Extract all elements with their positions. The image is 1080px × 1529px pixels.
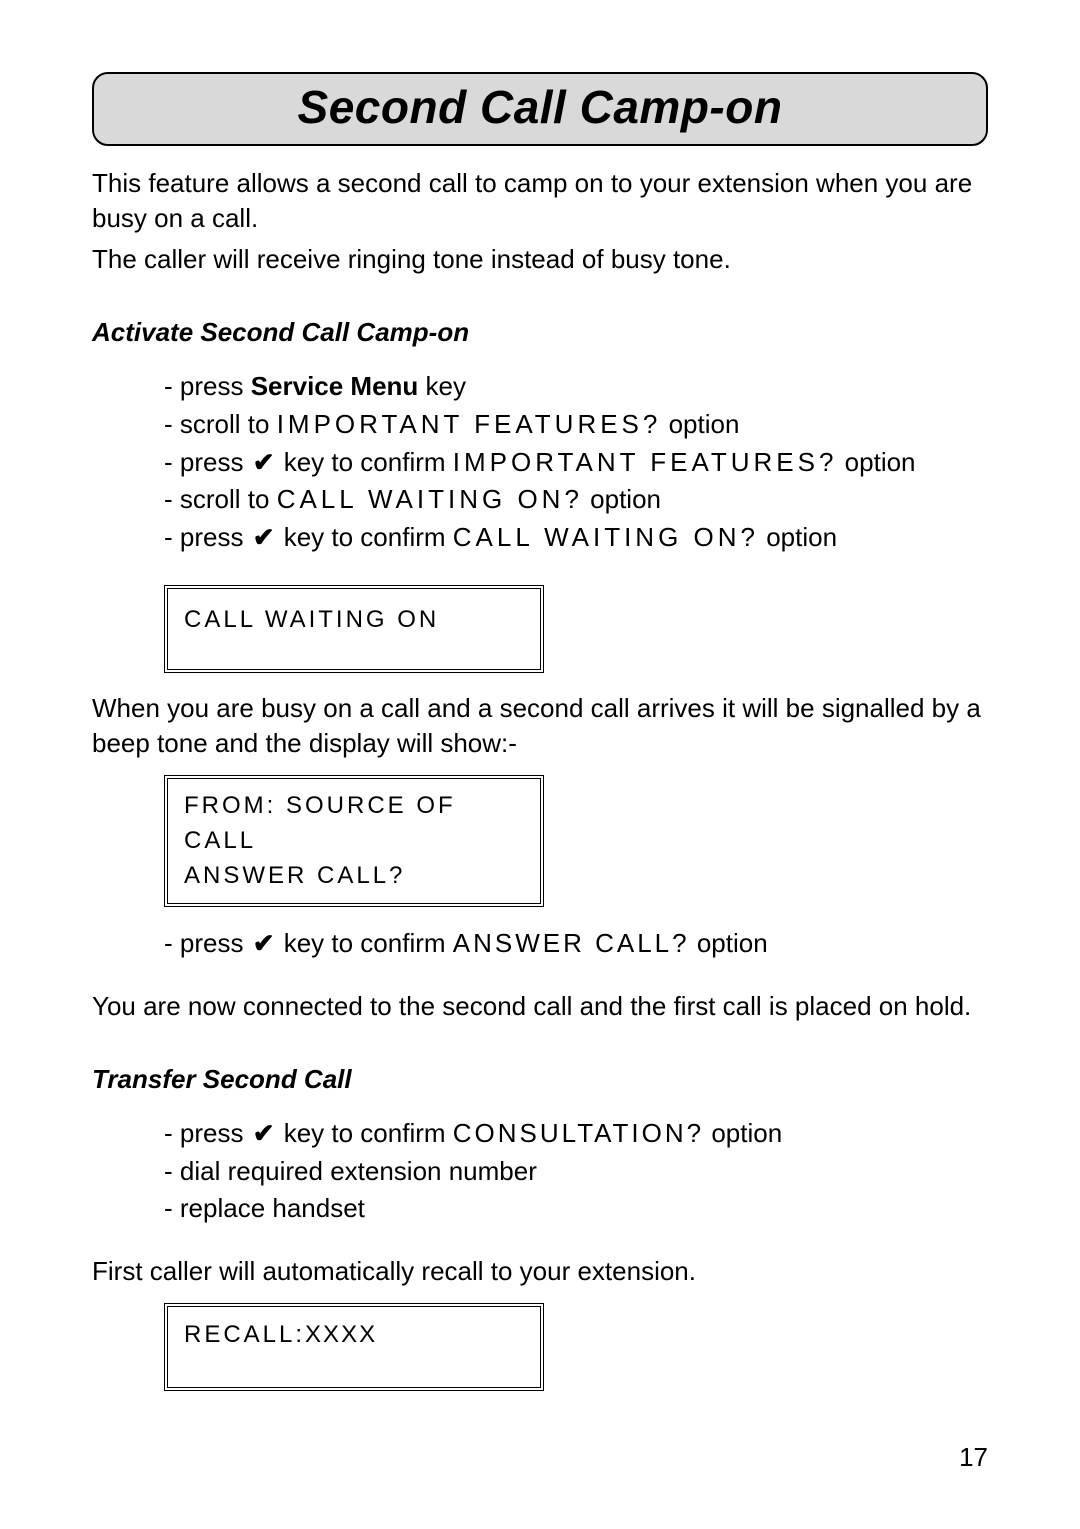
step-text: option [837, 447, 915, 477]
intro-paragraph-2: The caller will receive ringing tone ins… [92, 242, 988, 277]
step-item: - scroll to IMPORTANT FEATURES? option [164, 406, 988, 444]
step-item: - press ✔ key to confirm CALL WAITING ON… [164, 519, 988, 557]
page-title: Second Call Camp-on [104, 80, 976, 134]
step-text: key to confirm [276, 447, 452, 477]
lcd-option: IMPORTANT FEATURES? [453, 447, 838, 477]
lcd-line: RECALL:XXXX [184, 1321, 528, 1349]
step-text: option [583, 484, 661, 514]
title-box: Second Call Camp-on [92, 72, 988, 146]
step-text: - press [164, 1118, 251, 1148]
step-text: - press [164, 371, 251, 401]
step-item: - dial required extension number [164, 1153, 988, 1191]
service-menu-label: Service Menu [251, 371, 419, 401]
step-text: option [759, 522, 837, 552]
check-icon: ✔ [251, 1118, 277, 1148]
lcd-option: ANSWER CALL? [453, 928, 690, 958]
step-item: - replace handset [164, 1190, 988, 1228]
lcd-recall-suffix: XXXX [305, 1321, 377, 1348]
mid-paragraph-2: You are now connected to the second call… [92, 989, 988, 1024]
lcd-display-box: FROM: SOURCE OF CALL ANSWER CALL? [164, 775, 544, 907]
step-text: - press [164, 447, 251, 477]
check-icon: ✔ [251, 522, 277, 552]
lcd-option: IMPORTANT FEATURES? [277, 409, 662, 439]
mid-paragraph-1: When you are busy on a call and a second… [92, 691, 988, 761]
step-text: option [704, 1118, 782, 1148]
page-number: 17 [959, 1442, 988, 1473]
lcd-option: CALL WAITING ON? [277, 484, 583, 514]
step-text: - scroll to [164, 409, 277, 439]
intro-paragraph-1: This feature allows a second call to cam… [92, 166, 988, 236]
step-text: option [661, 409, 739, 439]
lcd-line: ANSWER CALL? [184, 859, 528, 894]
step-text: - press [164, 522, 251, 552]
check-icon: ✔ [251, 447, 277, 477]
step-text: key to confirm [276, 1118, 452, 1148]
lcd-line: FROM: SOURCE OF CALL [184, 789, 528, 859]
check-icon: ✔ [251, 928, 277, 958]
lcd-option: CALL WAITING ON? [453, 522, 759, 552]
step-text: key to confirm [276, 522, 452, 552]
document-page: Second Call Camp-on This feature allows … [0, 0, 1080, 1469]
step-text: option [690, 928, 768, 958]
step-item: - press ✔ key to confirm CONSULTATION? o… [164, 1115, 988, 1153]
lcd-recall-prefix: RECALL: [184, 1321, 305, 1348]
step-item: - press ✔ key to confirm ANSWER CALL? op… [164, 925, 988, 963]
step-text: - scroll to [164, 484, 277, 514]
step-item: - press ✔ key to confirm IMPORTANT FEATU… [164, 444, 988, 482]
lcd-line: CALL WAITING ON [184, 603, 528, 638]
step-item: - press Service Menu key [164, 368, 988, 406]
steps-activate: - press Service Menu key - scroll to IMP… [164, 368, 988, 556]
steps-transfer: - press ✔ key to confirm CONSULTATION? o… [164, 1115, 988, 1228]
section-heading-activate: Activate Second Call Camp-on [92, 317, 988, 348]
section-heading-transfer: Transfer Second Call [92, 1064, 988, 1095]
lcd-display-box: RECALL:XXXX [164, 1303, 544, 1391]
lcd-option: CONSULTATION? [453, 1118, 704, 1148]
mid-paragraph-3: First caller will automatically recall t… [92, 1254, 988, 1289]
step-text: key [418, 371, 466, 401]
step-text: - press [164, 928, 251, 958]
step-item: - scroll to CALL WAITING ON? option [164, 481, 988, 519]
lcd-display-box: CALL WAITING ON [164, 585, 544, 673]
steps-answer: - press ✔ key to confirm ANSWER CALL? op… [164, 925, 988, 963]
step-text: key to confirm [276, 928, 452, 958]
